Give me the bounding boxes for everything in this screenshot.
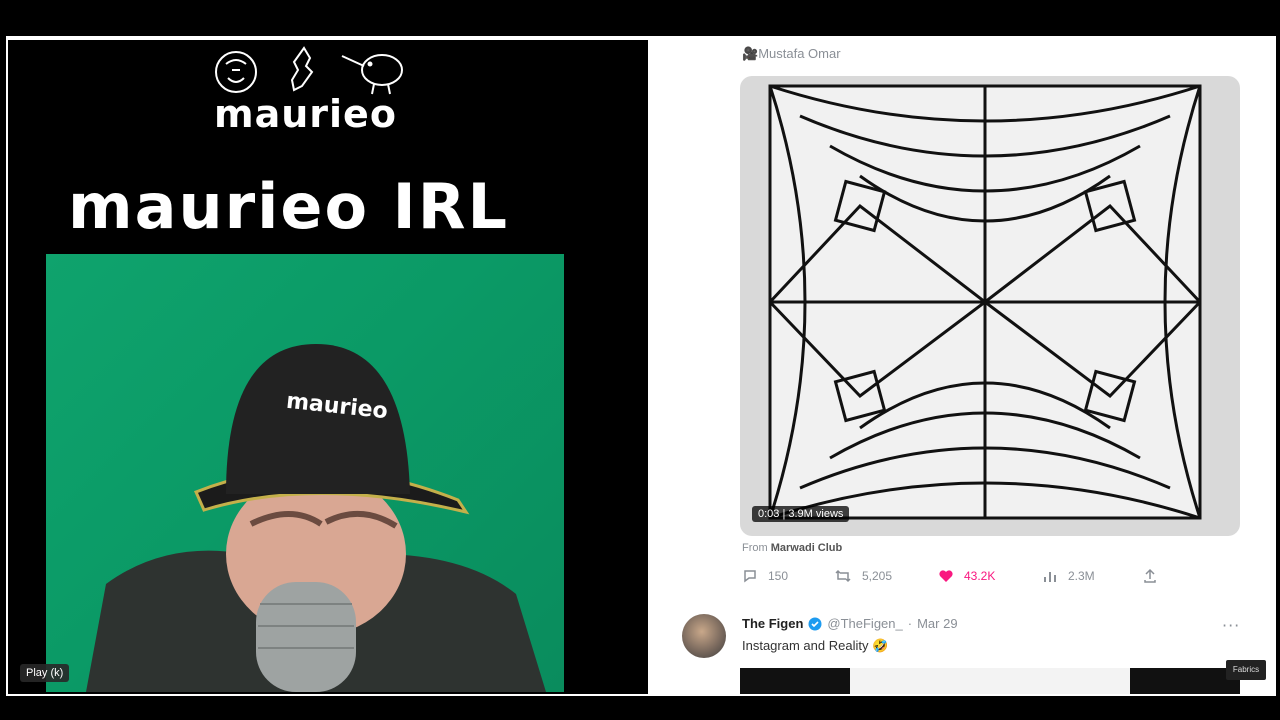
reply-date[interactable]: Mar 29 — [917, 616, 957, 631]
share-icon — [1144, 568, 1156, 583]
tweet-author[interactable]: 🎥Mustafa Omar — [742, 46, 841, 62]
tweet-video[interactable] — [740, 76, 1240, 536]
play-button-tooltip[interactable]: Play (k) — [20, 664, 70, 682]
bar-chart-icon — [1044, 572, 1056, 582]
retweet-icon — [835, 569, 851, 583]
like-action[interactable]: 43.2K — [938, 568, 995, 584]
map-icon — [290, 46, 314, 92]
retweet-action[interactable]: 5,205 — [834, 568, 892, 584]
verified-badge-icon — [808, 617, 822, 630]
logo-wordmark: maurieo — [214, 92, 397, 136]
camera-icon: 🎥 — [742, 46, 759, 61]
top-black-bar — [0, 0, 1280, 26]
reply-author-name[interactable]: The Figen — [742, 616, 803, 631]
webcam-feed: maurieo — [46, 254, 564, 692]
channel-watermark: Fabrics — [1226, 660, 1266, 680]
reply-text: Instagram and Reality 🤣 — [742, 638, 889, 653]
next-media-preview — [740, 668, 1240, 694]
video-source[interactable]: From Marwadi Club — [742, 542, 842, 554]
reply-action[interactable]: 150 — [742, 568, 788, 584]
more-options-icon[interactable]: ··· — [1222, 616, 1240, 635]
face-badge-icon — [215, 51, 257, 93]
optical-illusion-art — [768, 84, 1202, 520]
reply-header: The Figen @TheFigen_ · Mar 29 — [742, 616, 958, 631]
reply-avatar[interactable] — [682, 614, 726, 658]
share-action[interactable] — [1142, 568, 1158, 584]
microphone — [256, 582, 356, 692]
reply-icon — [744, 570, 756, 583]
reply-handle[interactable]: @TheFigen_ — [827, 616, 902, 631]
stream-title: maurieo IRL — [68, 170, 509, 243]
tweet-actions: 150 5,205 43.2K 2.3M — [742, 568, 1182, 592]
video-view-count: 0:03 | 3.9M views — [752, 506, 850, 522]
views-action[interactable]: 2.3M — [1042, 568, 1095, 584]
heart-icon — [939, 570, 953, 582]
kiwi-bird-icon — [341, 54, 403, 95]
